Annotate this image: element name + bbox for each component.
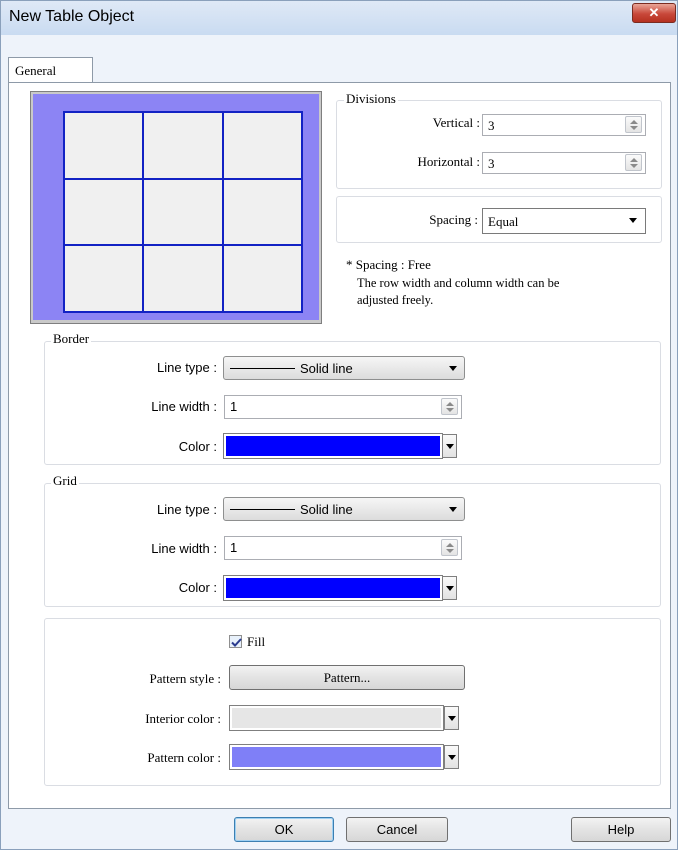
vertical-label: Vertical :	[432, 115, 480, 130]
spacing-select[interactable]: Equal	[482, 208, 646, 234]
close-button[interactable]: ✕	[632, 3, 676, 23]
table-preview-cell	[222, 245, 302, 312]
table-preview-cell	[64, 245, 144, 312]
border-line-type-value: Solid line	[300, 361, 353, 376]
table-preview-grid-line	[63, 177, 303, 180]
pattern-color-label: Pattern color :	[147, 750, 221, 765]
spin-up-down-icon	[630, 120, 638, 130]
spin-up-down-icon	[446, 543, 454, 553]
grid-line-type-value: Solid line	[300, 502, 353, 517]
grid-line-type-label: Line type :	[157, 502, 217, 517]
checkmark-icon	[231, 638, 242, 647]
grid-line-width-value: 1	[230, 540, 238, 555]
interior-color-swatch	[232, 708, 441, 728]
cancel-button[interactable]: Cancel	[346, 817, 448, 842]
table-preview-grid-line	[63, 111, 303, 113]
dialog-window: New Table Object ✕ General Divisions Ver…	[0, 0, 678, 850]
pattern-color-swatch	[232, 747, 441, 767]
table-preview-cell	[222, 178, 302, 246]
vertical-spin-button[interactable]	[625, 116, 642, 133]
grid-line-type-select[interactable]: Solid line	[223, 497, 465, 521]
vertical-divisions-value: 3	[488, 118, 495, 133]
spacing-note-title: * Spacing : Free	[346, 257, 431, 272]
fill-checkbox[interactable]	[229, 635, 242, 648]
grid-group-title: Grid	[51, 473, 79, 489]
chevron-down-icon	[449, 366, 457, 371]
fill-checkbox-label: Fill	[247, 634, 266, 649]
close-icon: ✕	[648, 5, 660, 20]
chevron-down-icon	[448, 755, 456, 760]
table-preview-cell	[222, 112, 302, 179]
border-line-width-spin-button[interactable]	[441, 398, 458, 415]
table-preview-cell	[143, 178, 223, 246]
border-color-dropdown-button[interactable]	[442, 434, 457, 458]
ok-button[interactable]: OK	[234, 817, 334, 842]
spin-up-down-icon	[446, 402, 454, 412]
table-preview-cell	[64, 112, 144, 179]
table-preview-grid-line	[63, 244, 303, 247]
horizontal-divisions-value: 3	[488, 156, 495, 171]
border-line-width-value: 1	[230, 399, 238, 414]
grid-line-width-label: Line width :	[151, 541, 217, 556]
help-button[interactable]: Help	[571, 817, 671, 842]
grid-color-dropdown-button[interactable]	[442, 576, 457, 600]
border-color-swatch	[226, 436, 440, 456]
horizontal-divisions-input[interactable]: 3	[482, 152, 646, 174]
spacing-note-line: adjusted freely.	[357, 293, 434, 307]
grid-color-label: Color :	[178, 580, 217, 595]
spacing-label: Spacing :	[429, 212, 478, 227]
pattern-color-dropdown-button[interactable]	[444, 745, 459, 769]
border-color-label: Color :	[178, 439, 217, 454]
spacing-note-line: The row width and column width can be	[357, 276, 560, 290]
title-bar[interactable]: New Table Object ✕	[1, 1, 677, 35]
grid-line-width-input[interactable]: 1	[224, 536, 462, 560]
table-preview-grid-line	[142, 111, 145, 313]
solid-line-icon	[230, 509, 295, 510]
solid-line-icon	[230, 368, 295, 369]
divisions-group-title: Divisions	[344, 91, 398, 107]
chevron-down-icon	[446, 586, 454, 591]
grid-line-width-spin-button[interactable]	[441, 539, 458, 556]
interior-color-label: Interior color :	[145, 711, 221, 726]
interior-color-picker[interactable]	[229, 705, 444, 731]
tab-general[interactable]: General	[8, 57, 93, 83]
table-preview-cell	[143, 245, 223, 312]
interior-color-dropdown-button[interactable]	[444, 706, 459, 730]
pattern-style-label: Pattern style :	[149, 671, 222, 686]
chevron-down-icon	[629, 218, 637, 223]
table-preview-cell	[64, 178, 144, 246]
spin-up-down-icon	[630, 158, 638, 168]
table-preview-grid-line	[63, 311, 303, 313]
chevron-down-icon	[446, 444, 454, 449]
border-color-picker[interactable]	[223, 433, 443, 459]
grid-color-picker[interactable]	[223, 575, 443, 601]
border-line-width-label: Line width :	[151, 399, 217, 414]
table-preview-grid-line	[221, 111, 224, 313]
spacing-value: Equal	[488, 214, 519, 229]
table-preview-cell	[143, 112, 223, 179]
pattern-button[interactable]: Pattern...	[229, 665, 465, 690]
border-line-width-input[interactable]: 1	[224, 395, 462, 419]
chevron-down-icon	[449, 507, 457, 512]
tab-general-label: General	[15, 63, 57, 78]
grid-color-swatch	[226, 578, 440, 598]
horizontal-label: Horizontal :	[417, 154, 480, 169]
border-line-type-select[interactable]: Solid line	[223, 356, 465, 380]
table-preview-grid-line	[63, 111, 65, 313]
table-preview-grid-line	[301, 111, 303, 313]
border-line-type-label: Line type :	[157, 360, 217, 375]
pattern-color-picker[interactable]	[229, 744, 444, 770]
window-title: New Table Object	[9, 8, 135, 25]
horizontal-spin-button[interactable]	[625, 154, 642, 171]
vertical-divisions-input[interactable]: 3	[482, 114, 646, 136]
border-group-title: Border	[51, 331, 92, 347]
chevron-down-icon	[448, 716, 456, 721]
